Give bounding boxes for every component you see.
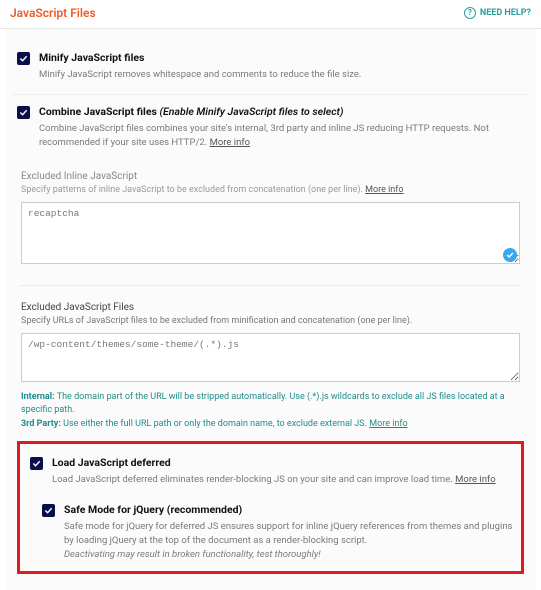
hint-thirdparty-label: 3rd Party: bbox=[21, 419, 61, 429]
checkbox-minify-js[interactable] bbox=[17, 52, 30, 65]
checkbox-combine-js[interactable] bbox=[17, 106, 30, 119]
settings-panel: Minify JavaScript files Minify JavaScrip… bbox=[5, 29, 536, 590]
hint-internal-text: The domain part of the URL will be strip… bbox=[21, 392, 505, 416]
more-info-link[interactable]: More info bbox=[210, 137, 251, 148]
option-safe-mode-jquery: Safe Mode for jQuery (recommended) Safe … bbox=[38, 497, 517, 563]
option-title: Combine JavaScript files (Enable Minify … bbox=[39, 105, 524, 118]
excluded-js-files: Excluded JavaScript Files Specify URLs o… bbox=[13, 302, 528, 432]
checkmark-icon bbox=[32, 459, 41, 468]
more-info-link[interactable]: More info bbox=[455, 474, 496, 485]
section-header: JavaScript Files ? NEED HELP? bbox=[0, 0, 541, 29]
option-desc: Safe mode for jQuery for deferred JS ens… bbox=[64, 520, 513, 561]
help-icon: ? bbox=[464, 7, 476, 19]
option-load-deferred: Load JavaScript deferred Load JavaScript… bbox=[26, 452, 517, 497]
option-desc: Minify JavaScript removes whitespace and… bbox=[39, 68, 524, 82]
more-info-link[interactable]: More info bbox=[365, 185, 403, 195]
option-title: Load JavaScript deferred bbox=[52, 456, 513, 469]
subsection-desc: Specify URLs of JavaScript files to be e… bbox=[21, 316, 520, 326]
option-combine-js: Combine JavaScript files (Enable Minify … bbox=[13, 95, 528, 162]
checkmark-icon bbox=[19, 54, 28, 63]
excluded-inline-textarea[interactable] bbox=[21, 202, 520, 263]
excluded-files-textarea[interactable] bbox=[21, 333, 520, 382]
highlighted-options: Load JavaScript deferred Load JavaScript… bbox=[17, 441, 524, 574]
checkbox-load-deferred[interactable] bbox=[30, 457, 43, 470]
more-info-link[interactable]: More info bbox=[369, 419, 407, 429]
divider bbox=[19, 285, 522, 286]
option-desc: Combine JavaScript files combines your s… bbox=[39, 122, 524, 150]
exclusion-hints: Internal: The domain part of the URL wil… bbox=[21, 391, 520, 432]
option-warning: Deactivating may result in broken functi… bbox=[64, 549, 321, 560]
need-help-label: NEED HELP? bbox=[480, 8, 531, 18]
subsection-desc: Specify patterns of inline JavaScript to… bbox=[21, 185, 520, 195]
valid-check-icon bbox=[503, 248, 517, 262]
option-title: Safe Mode for jQuery (recommended) bbox=[64, 503, 513, 516]
option-desc: Load JavaScript deferred eliminates rend… bbox=[52, 473, 513, 487]
need-help-link[interactable]: ? NEED HELP? bbox=[464, 7, 531, 19]
hint-thirdparty-text: Use either the full URL path or only the… bbox=[63, 419, 367, 429]
excluded-inline-js: Excluded Inline JavaScript Specify patte… bbox=[13, 171, 528, 266]
option-minify-js: Minify JavaScript files Minify JavaScrip… bbox=[13, 41, 528, 95]
option-title: Minify JavaScript files bbox=[39, 51, 524, 64]
checkmark-icon bbox=[19, 108, 28, 117]
subsection-title: Excluded Inline JavaScript bbox=[21, 171, 520, 182]
checkbox-safe-mode[interactable] bbox=[42, 504, 55, 517]
subsection-title: Excluded JavaScript Files bbox=[21, 302, 520, 313]
checkmark-icon bbox=[44, 506, 53, 515]
hint-internal-label: Internal: bbox=[21, 392, 55, 402]
section-title: JavaScript Files bbox=[10, 6, 96, 20]
